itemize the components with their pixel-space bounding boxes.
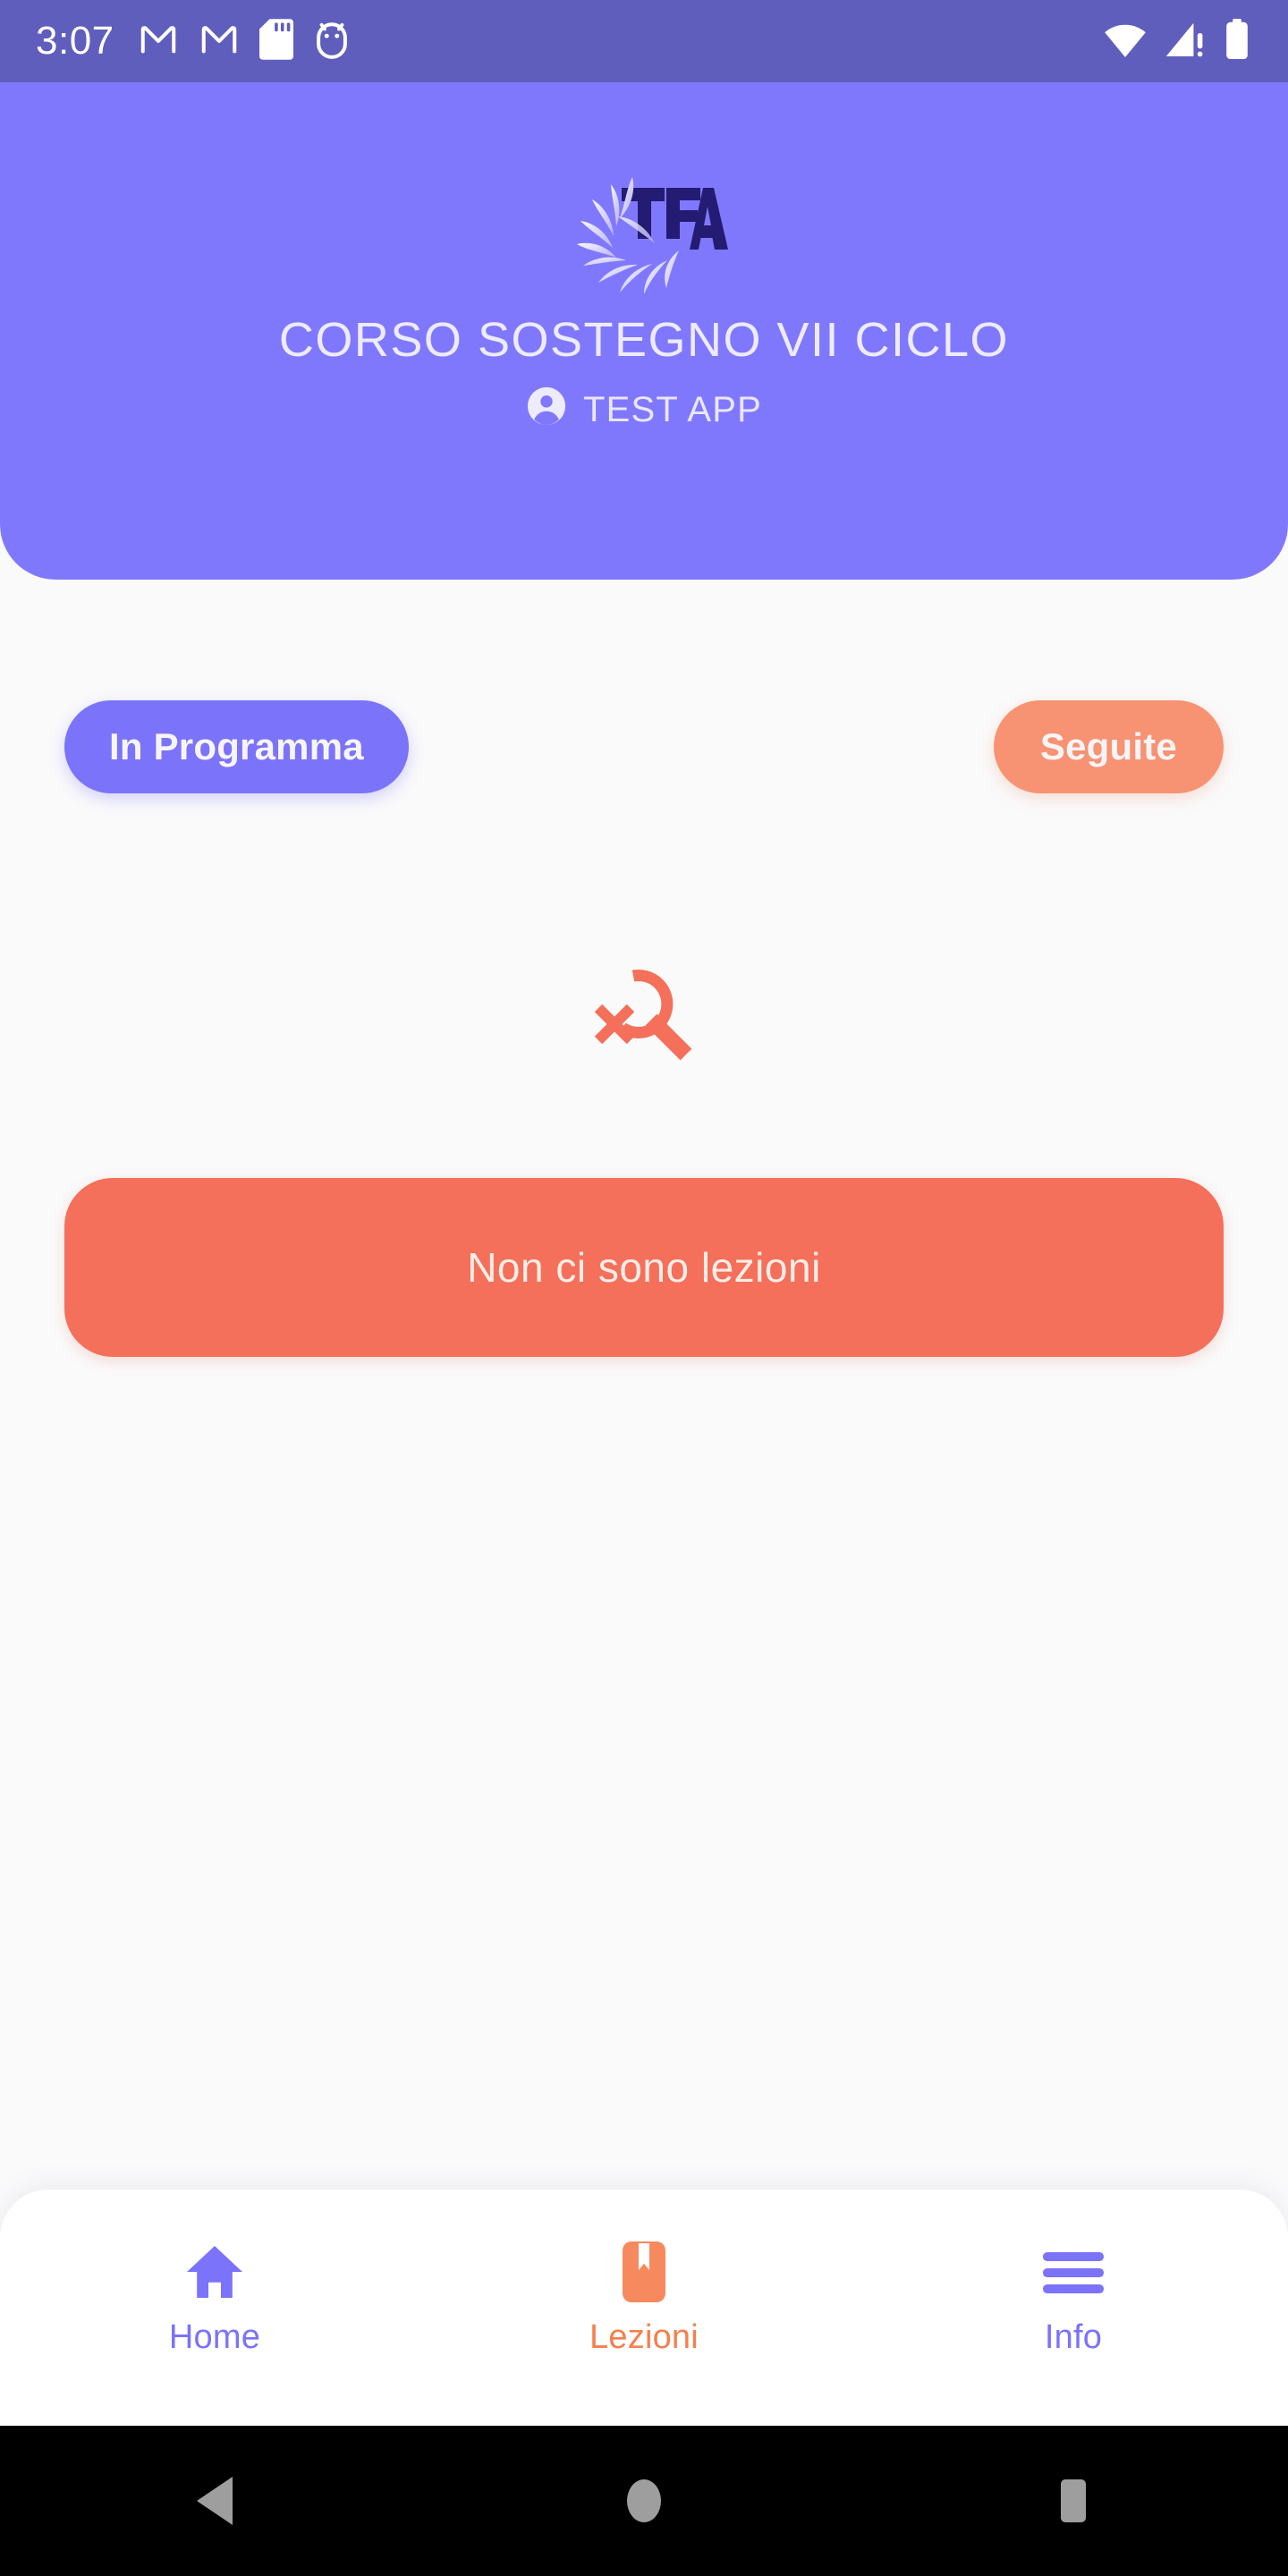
- nav-item-home[interactable]: Home: [0, 2190, 429, 2357]
- lesson-filter-tabs: In Programma Seguite: [0, 700, 1288, 793]
- page-title: CORSO SOSTEGNO VII CICLO: [278, 313, 1010, 367]
- phone-screen: 3:07 CORSO SOSTEGNO VII CICLO TEST APP I…: [0, 0, 1288, 2576]
- back-triangle-icon[interactable]: [0, 2477, 429, 2525]
- home-circle-icon[interactable]: [429, 2477, 859, 2525]
- home-icon: [185, 2240, 244, 2304]
- empty-lessons-message: Non ci sono lezioni: [467, 1244, 821, 1291]
- sd-card-icon: [258, 18, 293, 64]
- account-row: TEST APP: [526, 386, 762, 436]
- menu-hamburger-icon: [1043, 2240, 1104, 2304]
- status-bar-system-icons: [1104, 18, 1249, 64]
- tab-seguite[interactable]: Seguite: [993, 700, 1224, 793]
- cellular-signal-alert-icon: [1165, 21, 1208, 63]
- status-bar-clock: 3:07: [36, 19, 114, 63]
- tfa-sunburst-logo: [559, 161, 729, 295]
- tab-in-programma[interactable]: In Programma: [64, 700, 409, 793]
- status-bar: 3:07: [0, 0, 1288, 82]
- nav-item-lezioni[interactable]: Lezioni: [429, 2190, 859, 2357]
- android-droid-icon: [313, 19, 351, 64]
- header-card: CORSO SOSTEGNO VII CICLO TEST APP: [0, 82, 1288, 580]
- account-circle-icon: [526, 386, 567, 436]
- bookmark-book-icon: [623, 2240, 665, 2304]
- android-navigation-bar: [0, 2426, 1288, 2576]
- recents-square-icon[interactable]: [859, 2477, 1288, 2525]
- nav-label-home: Home: [168, 2318, 261, 2356]
- nav-item-info[interactable]: Info: [859, 2190, 1288, 2357]
- gmail-icon: [199, 19, 240, 64]
- account-name: TEST APP: [582, 390, 763, 430]
- empty-lessons-banner: Non ci sono lezioni: [64, 1178, 1224, 1357]
- nav-label-info: Info: [1044, 2318, 1103, 2356]
- bottom-navigation: Home Lezioni Info: [0, 2190, 1288, 2426]
- nav-label-lezioni: Lezioni: [589, 2318, 699, 2356]
- search-no-results-icon: [586, 955, 702, 1063]
- status-bar-notification-icons: [138, 18, 351, 64]
- wifi-icon: [1104, 21, 1147, 63]
- gmail-icon: [138, 19, 179, 64]
- battery-icon: [1225, 18, 1249, 64]
